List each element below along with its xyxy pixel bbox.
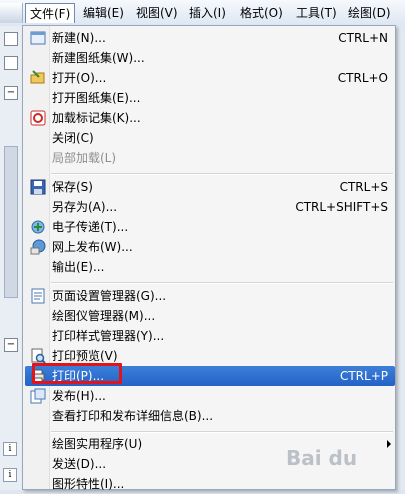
menu-item-label: 绘图仪管理器(M)... <box>52 309 156 323</box>
print-preview-icon <box>31 348 46 364</box>
menu-item-label: 新建图纸集(W)... <box>52 51 145 65</box>
page-setup-icon <box>31 288 45 304</box>
background-right-panel <box>396 26 405 490</box>
baidu-watermark: Bai du <box>286 446 357 470</box>
menu-item-label: 新建(N)... <box>52 31 106 45</box>
menu-edit[interactable]: 编辑(E) <box>79 3 128 23</box>
menu-item-shortcut: CTRL+S <box>339 180 388 194</box>
menu-insert[interactable]: 插入(I) <box>185 3 230 23</box>
menu-item-label: 发送(D)... <box>52 457 107 471</box>
background-checkbox <box>4 56 18 70</box>
menu-item-label: 打印样式管理器(Y)... <box>52 329 165 343</box>
menu-item-label: 图形特性(I)... <box>52 477 125 491</box>
menu-item-view-plot-details[interactable]: 查看打印和发布详细信息(B)... <box>25 406 395 426</box>
menu-item-label: 打开(O)... <box>52 71 107 85</box>
menu-item-plotter-manager[interactable]: 绘图仪管理器(M)... <box>25 306 395 326</box>
menu-item-label: 保存(S) <box>52 180 93 194</box>
menu-item-label: 关闭(C) <box>52 131 94 145</box>
menu-item-shortcut: CTRL+O <box>337 71 388 85</box>
new-document-icon <box>30 31 46 45</box>
menu-item-new-sheet-set[interactable]: 新建图纸集(W)... <box>25 48 395 68</box>
menu-view[interactable]: 视图(V) <box>132 3 182 23</box>
menu-item-publish-web[interactable]: 网上发布(W)... <box>25 237 395 257</box>
menu-item-open-sheet-set[interactable]: 打开图纸集(E)... <box>25 88 395 108</box>
submenu-arrow-icon <box>387 440 391 448</box>
file-menu-dropdown: 新建(N)... CTRL+N 新建图纸集(W)... 打开(O)... CTR… <box>22 25 396 491</box>
app-menu-icon[interactable] <box>0 3 23 23</box>
menu-bar: 文件(F) 编辑(E) 视图(V) 插入(I) 格式(O) 工具(T) 绘图(D… <box>0 0 405 27</box>
menu-separator <box>51 173 393 175</box>
publish-web-icon <box>30 239 46 255</box>
menu-item-plot-style-manager[interactable]: 打印样式管理器(Y)... <box>25 326 395 346</box>
menu-item-label: 网上发布(W)... <box>52 240 133 254</box>
menu-item-label: 查看打印和发布详细信息(B)... <box>52 409 214 423</box>
menu-item-open[interactable]: 打开(O)... CTRL+O <box>25 68 395 88</box>
publish-icon <box>30 388 46 404</box>
menu-item-new[interactable]: 新建(N)... CTRL+N <box>25 28 395 48</box>
menu-item-export[interactable]: 输出(E)... <box>25 257 395 277</box>
print-annotation-box <box>32 363 122 384</box>
menu-draw[interactable]: 绘图(D) <box>344 3 395 23</box>
menu-item-shortcut: CTRL+SHIFT+S <box>295 200 388 214</box>
menu-file[interactable]: 文件(F) <box>25 3 76 23</box>
markup-icon <box>30 110 46 126</box>
watermark-text: Bai du <box>286 446 358 470</box>
menu-item-close[interactable]: 关闭(C) <box>25 128 395 148</box>
open-folder-icon <box>30 70 45 84</box>
menu-format[interactable]: 格式(O) <box>236 3 287 23</box>
menu-item-label: 加载标记集(K)... <box>52 111 141 125</box>
menu-item-label: 绘图实用程序(U) <box>52 437 143 451</box>
menu-item-label: 输出(E)... <box>52 260 105 274</box>
background-checkbox <box>4 32 18 46</box>
menu-item-save[interactable]: 保存(S) CTRL+S <box>25 177 395 197</box>
menu-item-etransmit[interactable]: 电子传递(T)... <box>25 217 395 237</box>
etransmit-icon <box>31 220 45 234</box>
collapse-icon[interactable]: − <box>4 338 18 352</box>
menu-item-shortcut: CTRL+P <box>339 369 388 383</box>
info-icon: i <box>3 442 17 456</box>
menu-item-label: 电子传递(T)... <box>52 220 129 234</box>
menu-item-label: 打开图纸集(E)... <box>52 91 141 105</box>
menu-separator <box>51 431 393 433</box>
menu-item-partial-load: 局部加载(L) <box>25 148 395 168</box>
save-icon <box>30 179 46 195</box>
menu-item-label: 另存为(A)... <box>52 200 118 214</box>
menu-item-load-markup[interactable]: 加载标记集(K)... <box>25 108 395 128</box>
menu-item-label: 页面设置管理器(G)... <box>52 289 167 303</box>
menu-item-page-setup-manager[interactable]: 页面设置管理器(G)... <box>25 286 395 306</box>
menu-item-shortcut: CTRL+N <box>338 31 388 45</box>
menu-item-save-as[interactable]: 另存为(A)... CTRL+SHIFT+S <box>25 197 395 217</box>
menu-separator <box>51 282 393 284</box>
menu-item-label: 局部加载(L) <box>52 151 117 165</box>
background-left-panel: − − i i <box>0 26 23 490</box>
background-scrollbar[interactable] <box>4 146 18 298</box>
menu-item-drawing-properties[interactable]: 图形特性(I)... <box>25 474 395 494</box>
menu-item-publish[interactable]: 发布(H)... <box>25 386 395 406</box>
menu-item-label: 发布(H)... <box>52 389 106 403</box>
collapse-icon[interactable]: − <box>4 86 18 100</box>
menu-tools[interactable]: 工具(T) <box>292 3 341 23</box>
info-icon: i <box>3 468 17 482</box>
